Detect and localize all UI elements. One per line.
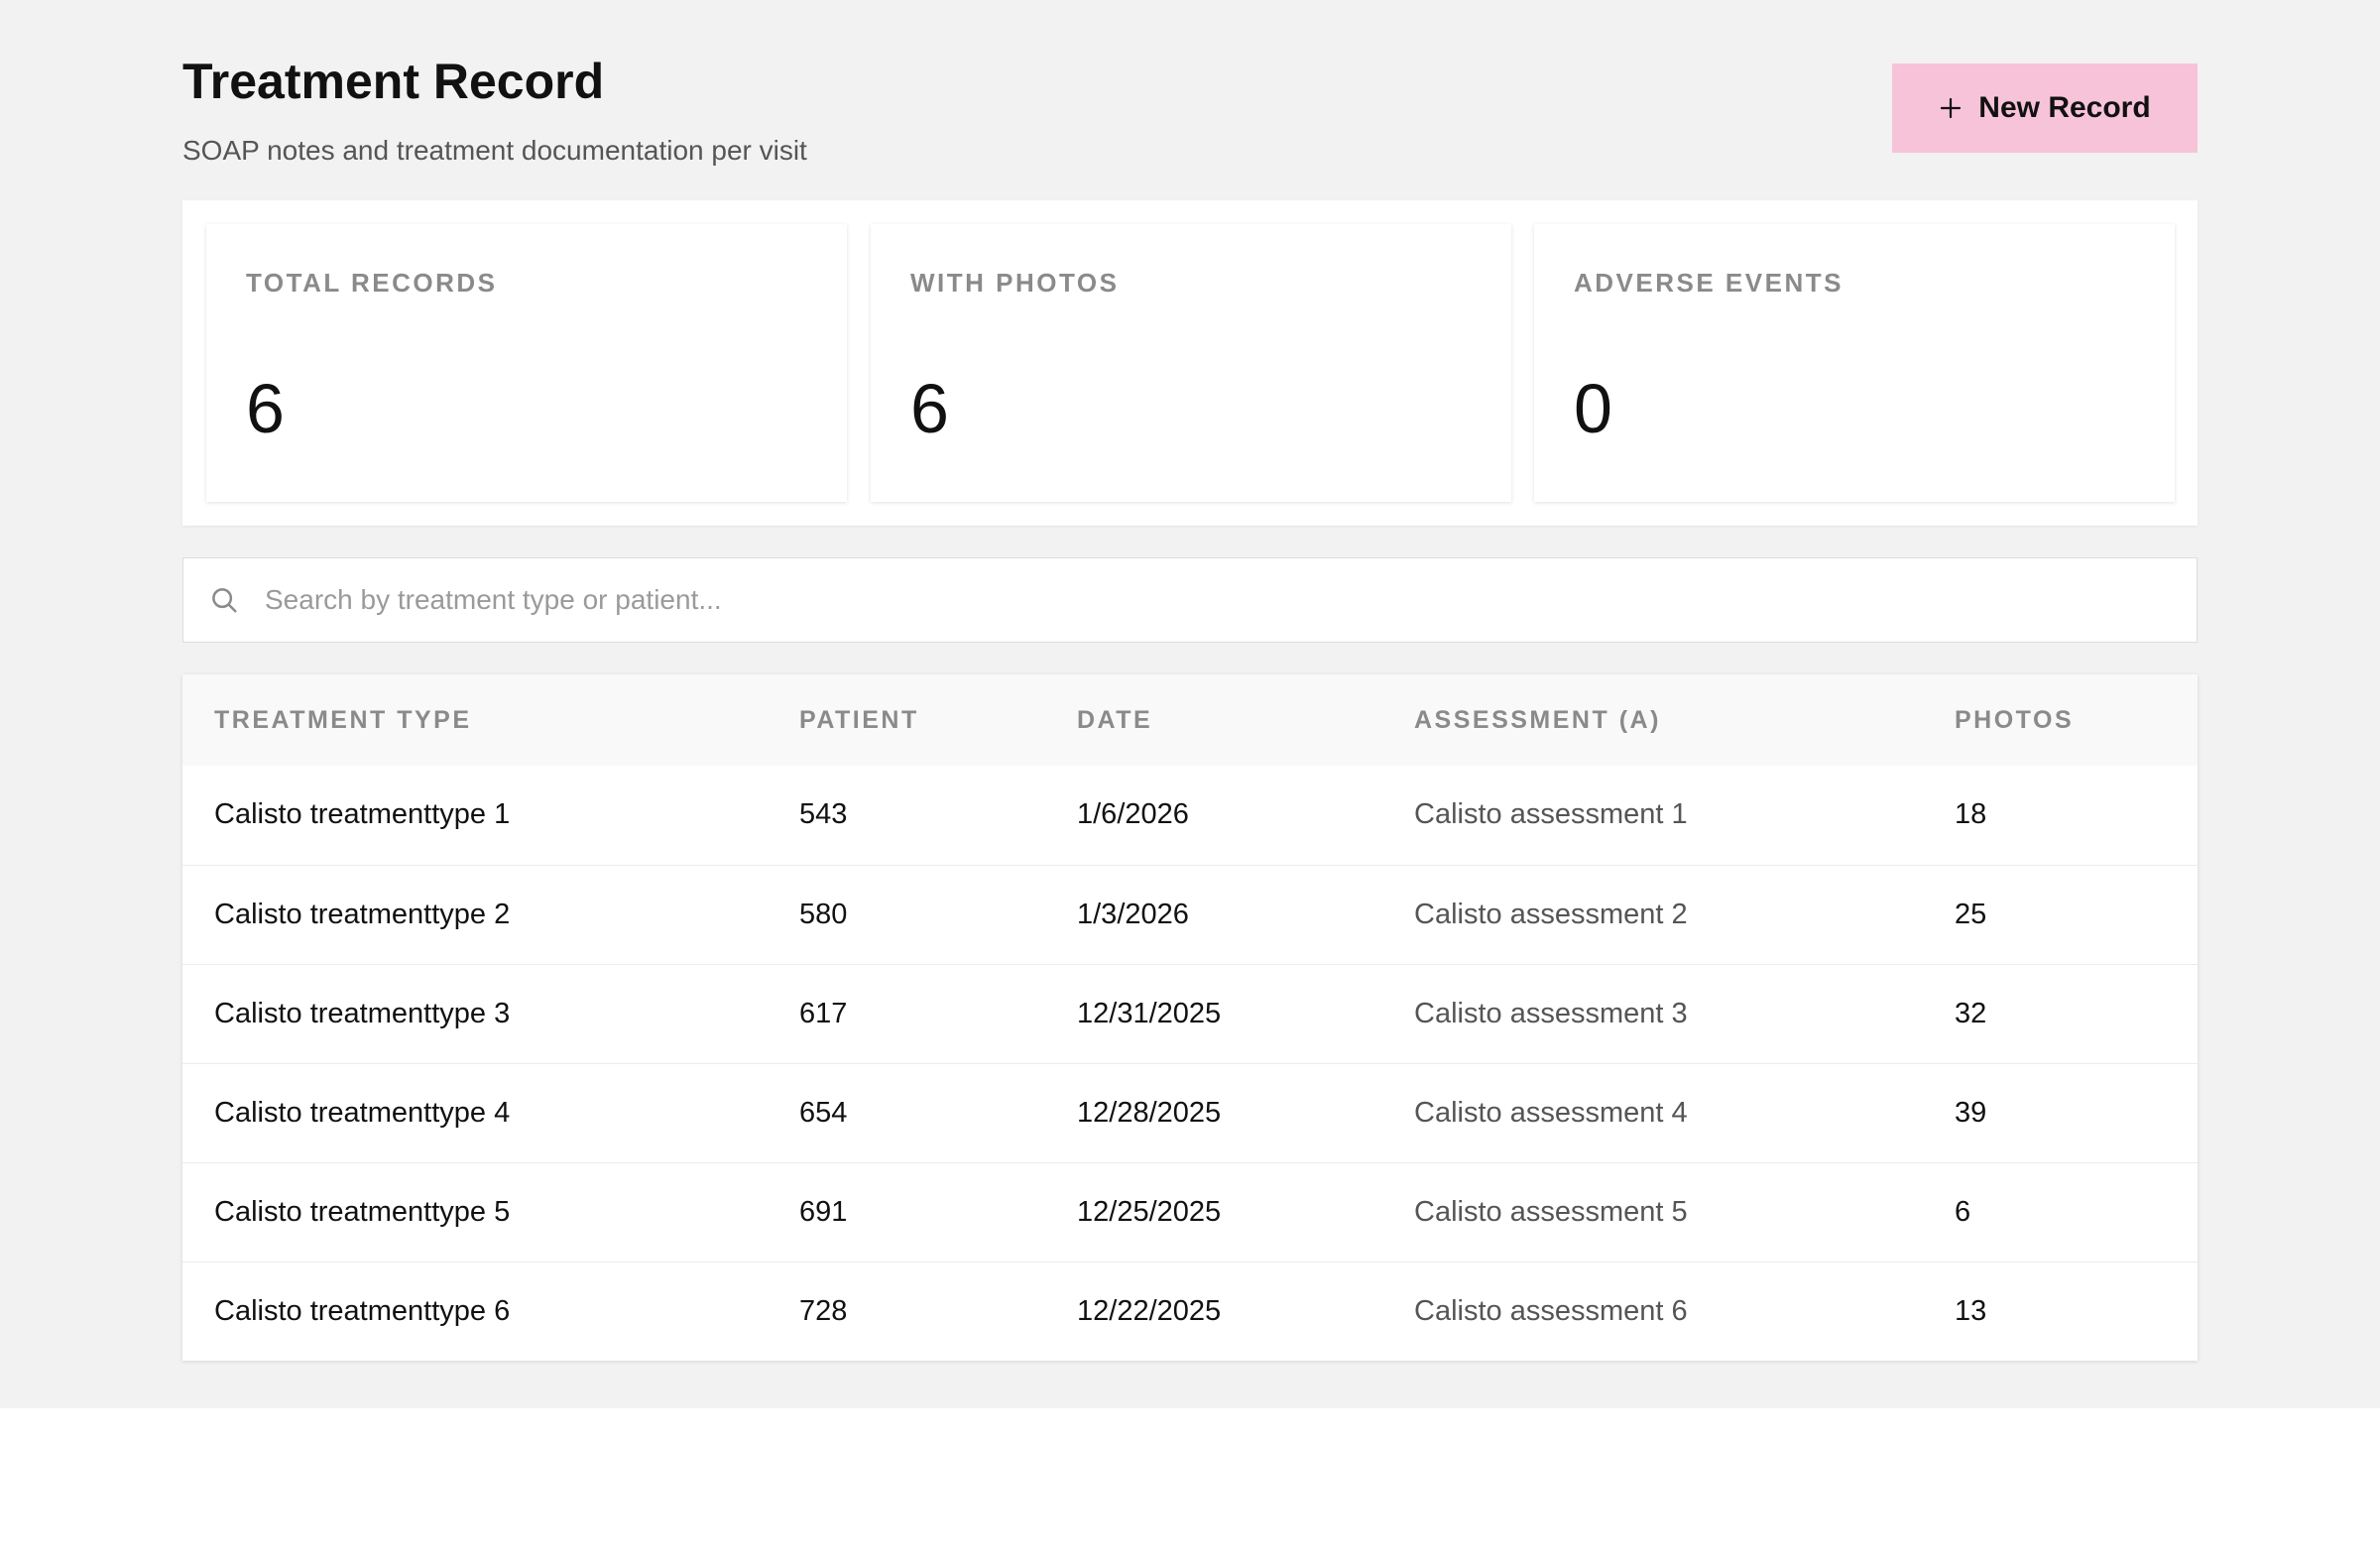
cell-assessment: Calisto assessment 4 <box>1414 1096 1688 1129</box>
cell-date: 12/25/2025 <box>1077 1195 1222 1228</box>
page-header: Treatment Record SOAP notes and treatmen… <box>182 52 2198 171</box>
stat-card-with-photos: WITH PHOTOS 6 <box>871 224 1511 502</box>
table-row[interactable]: Calisto treatmenttype 4 654 12/28/2025 C… <box>182 1063 2198 1162</box>
cell-patient: 691 <box>799 1195 848 1228</box>
cell-patient: 580 <box>799 898 848 930</box>
table-row[interactable]: Calisto treatmenttype 3 617 12/31/2025 C… <box>182 964 2198 1063</box>
stat-value: 0 <box>1574 370 1612 447</box>
cell-photos: 32 <box>1955 997 1987 1029</box>
cell-treatment-type: Calisto treatmenttype 2 <box>214 898 511 930</box>
stat-card-total-records: TOTAL RECORDS 6 <box>206 224 847 502</box>
page: Treatment Record SOAP notes and treatmen… <box>0 0 2380 1408</box>
page-subtitle: SOAP notes and treatment documentation p… <box>182 135 807 166</box>
cell-treatment-type: Calisto treatmenttype 4 <box>214 1096 511 1129</box>
stats-panel: TOTAL RECORDS 6 WITH PHOTOS 6 ADVERSE EV… <box>182 200 2198 526</box>
cell-assessment: Calisto assessment 3 <box>1414 997 1688 1029</box>
cell-photos: 6 <box>1955 1195 1971 1228</box>
table-row[interactable]: Calisto treatmenttype 5 691 12/25/2025 C… <box>182 1162 2198 1262</box>
plus-icon <box>1941 97 1962 119</box>
search-bar <box>182 557 2198 643</box>
cell-patient: 543 <box>799 798 848 831</box>
search-input[interactable] <box>263 583 2151 617</box>
column-header-patient[interactable]: PATIENT <box>768 674 1045 766</box>
cell-date: 12/31/2025 <box>1077 997 1222 1029</box>
table-row[interactable]: Calisto treatmenttype 6 728 12/22/2025 C… <box>182 1262 2198 1361</box>
stat-label: ADVERSE EVENTS <box>1574 268 1844 298</box>
cell-photos: 13 <box>1955 1294 1987 1327</box>
cell-patient: 617 <box>799 997 848 1029</box>
cell-treatment-type: Calisto treatmenttype 3 <box>214 997 511 1029</box>
stat-label: TOTAL RECORDS <box>246 268 498 298</box>
new-record-button[interactable]: New Record <box>1892 63 2198 153</box>
table-header-row: TREATMENT TYPE PATIENT DATE ASSESSMENT (… <box>182 674 2198 766</box>
records-table: TREATMENT TYPE PATIENT DATE ASSESSMENT (… <box>182 674 2198 1361</box>
stat-value: 6 <box>246 370 285 447</box>
cell-treatment-type: Calisto treatmenttype 1 <box>214 798 511 831</box>
cell-date: 1/3/2026 <box>1077 898 1189 930</box>
cell-photos: 25 <box>1955 898 1987 930</box>
cell-date: 12/22/2025 <box>1077 1294 1222 1327</box>
cell-date: 1/6/2026 <box>1077 798 1189 831</box>
column-header-date[interactable]: DATE <box>1045 674 1382 766</box>
cell-date: 12/28/2025 <box>1077 1096 1222 1129</box>
search-icon <box>212 588 237 613</box>
table-row[interactable]: Calisto treatmenttype 2 580 1/3/2026 Cal… <box>182 865 2198 964</box>
column-header-photos[interactable]: PHOTOS <box>1923 674 2198 766</box>
stat-value: 6 <box>910 370 949 447</box>
stat-card-adverse-events: ADVERSE EVENTS 0 <box>1534 224 2175 502</box>
cell-photos: 18 <box>1955 798 1987 831</box>
cell-assessment: Calisto assessment 2 <box>1414 898 1688 930</box>
page-title: Treatment Record <box>182 54 605 109</box>
column-header-treatment-type[interactable]: TREATMENT TYPE <box>182 674 768 766</box>
cell-treatment-type: Calisto treatmenttype 6 <box>214 1294 511 1327</box>
new-record-label: New Record <box>1978 91 2151 124</box>
cell-photos: 39 <box>1955 1096 1987 1129</box>
cell-assessment: Calisto assessment 6 <box>1414 1294 1688 1327</box>
cell-patient: 654 <box>799 1096 848 1129</box>
table-row[interactable]: Calisto treatmenttype 1 543 1/6/2026 Cal… <box>182 766 2198 865</box>
cell-assessment: Calisto assessment 5 <box>1414 1195 1688 1228</box>
cell-assessment: Calisto assessment 1 <box>1414 798 1688 831</box>
column-header-assessment[interactable]: ASSESSMENT (A) <box>1382 674 1923 766</box>
stat-label: WITH PHOTOS <box>910 268 1120 298</box>
cell-treatment-type: Calisto treatmenttype 5 <box>214 1195 511 1228</box>
cell-patient: 728 <box>799 1294 848 1327</box>
